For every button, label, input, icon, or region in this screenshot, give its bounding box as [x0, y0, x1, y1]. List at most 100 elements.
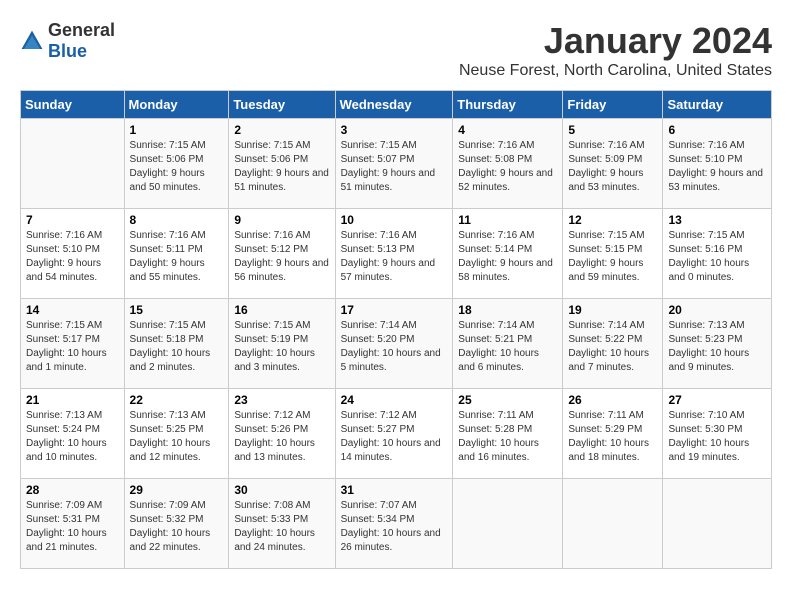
- day-info: Sunrise: 7:16 AM Sunset: 5:09 PM Dayligh…: [568, 139, 657, 195]
- title-section: January 2024 Neuse Forest, North Carolin…: [459, 20, 772, 80]
- day-info: Sunrise: 7:14 AM Sunset: 5:20 PM Dayligh…: [341, 319, 448, 375]
- day-info: Sunrise: 7:15 AM Sunset: 5:19 PM Dayligh…: [234, 319, 329, 375]
- logo-general: General: [48, 20, 115, 40]
- cell-w4-d1: 21 Sunrise: 7:13 AM Sunset: 5:24 PM Dayl…: [21, 389, 125, 479]
- week-row-1: 1 Sunrise: 7:15 AM Sunset: 5:06 PM Dayli…: [21, 119, 772, 209]
- day-info: Sunrise: 7:11 AM Sunset: 5:29 PM Dayligh…: [568, 409, 657, 465]
- day-info: Sunrise: 7:15 AM Sunset: 5:07 PM Dayligh…: [341, 139, 448, 195]
- cell-w3-d3: 16 Sunrise: 7:15 AM Sunset: 5:19 PM Dayl…: [229, 299, 335, 389]
- calendar-table: Sunday Monday Tuesday Wednesday Thursday…: [20, 90, 772, 569]
- day-info: Sunrise: 7:16 AM Sunset: 5:14 PM Dayligh…: [458, 229, 557, 285]
- day-info: Sunrise: 7:16 AM Sunset: 5:11 PM Dayligh…: [130, 229, 224, 285]
- day-number: 13: [668, 213, 766, 227]
- day-info: Sunrise: 7:13 AM Sunset: 5:23 PM Dayligh…: [668, 319, 766, 375]
- day-info: Sunrise: 7:09 AM Sunset: 5:31 PM Dayligh…: [26, 499, 119, 555]
- col-sunday: Sunday: [21, 91, 125, 119]
- day-info: Sunrise: 7:16 AM Sunset: 5:10 PM Dayligh…: [26, 229, 119, 285]
- cell-w2-d3: 9 Sunrise: 7:16 AM Sunset: 5:12 PM Dayli…: [229, 209, 335, 299]
- day-number: 7: [26, 213, 119, 227]
- logo-blue: Blue: [48, 41, 87, 61]
- day-info: Sunrise: 7:13 AM Sunset: 5:25 PM Dayligh…: [130, 409, 224, 465]
- day-info: Sunrise: 7:11 AM Sunset: 5:28 PM Dayligh…: [458, 409, 557, 465]
- cell-w2-d4: 10 Sunrise: 7:16 AM Sunset: 5:13 PM Dayl…: [335, 209, 453, 299]
- cell-w5-d6: [563, 479, 663, 569]
- day-number: 6: [668, 123, 766, 137]
- col-wednesday: Wednesday: [335, 91, 453, 119]
- day-number: 20: [668, 303, 766, 317]
- cell-w1-d3: 2 Sunrise: 7:15 AM Sunset: 5:06 PM Dayli…: [229, 119, 335, 209]
- col-saturday: Saturday: [663, 91, 772, 119]
- day-info: Sunrise: 7:09 AM Sunset: 5:32 PM Dayligh…: [130, 499, 224, 555]
- day-number: 8: [130, 213, 224, 227]
- day-number: 29: [130, 483, 224, 497]
- day-number: 15: [130, 303, 224, 317]
- day-number: 17: [341, 303, 448, 317]
- day-info: Sunrise: 7:15 AM Sunset: 5:06 PM Dayligh…: [130, 139, 224, 195]
- day-number: 9: [234, 213, 329, 227]
- day-info: Sunrise: 7:16 AM Sunset: 5:10 PM Dayligh…: [668, 139, 766, 195]
- day-info: Sunrise: 7:15 AM Sunset: 5:16 PM Dayligh…: [668, 229, 766, 285]
- cell-w1-d1: [21, 119, 125, 209]
- day-number: 24: [341, 393, 448, 407]
- header-row: Sunday Monday Tuesday Wednesday Thursday…: [21, 91, 772, 119]
- week-row-2: 7 Sunrise: 7:16 AM Sunset: 5:10 PM Dayli…: [21, 209, 772, 299]
- logo-text: General Blue: [48, 20, 115, 62]
- cell-w5-d2: 29 Sunrise: 7:09 AM Sunset: 5:32 PM Dayl…: [124, 479, 229, 569]
- day-number: 31: [341, 483, 448, 497]
- day-info: Sunrise: 7:16 AM Sunset: 5:08 PM Dayligh…: [458, 139, 557, 195]
- day-number: 4: [458, 123, 557, 137]
- cell-w2-d7: 13 Sunrise: 7:15 AM Sunset: 5:16 PM Dayl…: [663, 209, 772, 299]
- day-info: Sunrise: 7:12 AM Sunset: 5:26 PM Dayligh…: [234, 409, 329, 465]
- day-number: 5: [568, 123, 657, 137]
- cell-w3-d4: 17 Sunrise: 7:14 AM Sunset: 5:20 PM Dayl…: [335, 299, 453, 389]
- week-row-3: 14 Sunrise: 7:15 AM Sunset: 5:17 PM Dayl…: [21, 299, 772, 389]
- day-info: Sunrise: 7:13 AM Sunset: 5:24 PM Dayligh…: [26, 409, 119, 465]
- day-info: Sunrise: 7:14 AM Sunset: 5:22 PM Dayligh…: [568, 319, 657, 375]
- cell-w3-d2: 15 Sunrise: 7:15 AM Sunset: 5:18 PM Dayl…: [124, 299, 229, 389]
- day-number: 18: [458, 303, 557, 317]
- cell-w1-d4: 3 Sunrise: 7:15 AM Sunset: 5:07 PM Dayli…: [335, 119, 453, 209]
- cell-w1-d5: 4 Sunrise: 7:16 AM Sunset: 5:08 PM Dayli…: [453, 119, 563, 209]
- main-title: January 2024: [459, 20, 772, 62]
- col-tuesday: Tuesday: [229, 91, 335, 119]
- day-info: Sunrise: 7:15 AM Sunset: 5:18 PM Dayligh…: [130, 319, 224, 375]
- day-info: Sunrise: 7:07 AM Sunset: 5:34 PM Dayligh…: [341, 499, 448, 555]
- cell-w3-d7: 20 Sunrise: 7:13 AM Sunset: 5:23 PM Dayl…: [663, 299, 772, 389]
- week-row-5: 28 Sunrise: 7:09 AM Sunset: 5:31 PM Dayl…: [21, 479, 772, 569]
- col-friday: Friday: [563, 91, 663, 119]
- day-number: 26: [568, 393, 657, 407]
- cell-w5-d5: [453, 479, 563, 569]
- day-number: 10: [341, 213, 448, 227]
- cell-w4-d6: 26 Sunrise: 7:11 AM Sunset: 5:29 PM Dayl…: [563, 389, 663, 479]
- day-number: 27: [668, 393, 766, 407]
- subtitle: Neuse Forest, North Carolina, United Sta…: [459, 62, 772, 80]
- cell-w1-d2: 1 Sunrise: 7:15 AM Sunset: 5:06 PM Dayli…: [124, 119, 229, 209]
- day-number: 22: [130, 393, 224, 407]
- day-number: 3: [341, 123, 448, 137]
- cell-w5-d7: [663, 479, 772, 569]
- cell-w5-d4: 31 Sunrise: 7:07 AM Sunset: 5:34 PM Dayl…: [335, 479, 453, 569]
- day-info: Sunrise: 7:12 AM Sunset: 5:27 PM Dayligh…: [341, 409, 448, 465]
- col-monday: Monday: [124, 91, 229, 119]
- day-info: Sunrise: 7:16 AM Sunset: 5:12 PM Dayligh…: [234, 229, 329, 285]
- day-number: 14: [26, 303, 119, 317]
- day-info: Sunrise: 7:08 AM Sunset: 5:33 PM Dayligh…: [234, 499, 329, 555]
- cell-w4-d3: 23 Sunrise: 7:12 AM Sunset: 5:26 PM Dayl…: [229, 389, 335, 479]
- day-number: 25: [458, 393, 557, 407]
- day-number: 28: [26, 483, 119, 497]
- cell-w1-d7: 6 Sunrise: 7:16 AM Sunset: 5:10 PM Dayli…: [663, 119, 772, 209]
- logo-icon: [20, 29, 44, 53]
- header: General Blue January 2024 Neuse Forest, …: [20, 20, 772, 80]
- cell-w2-d2: 8 Sunrise: 7:16 AM Sunset: 5:11 PM Dayli…: [124, 209, 229, 299]
- day-number: 19: [568, 303, 657, 317]
- day-info: Sunrise: 7:15 AM Sunset: 5:15 PM Dayligh…: [568, 229, 657, 285]
- day-number: 21: [26, 393, 119, 407]
- cell-w2-d5: 11 Sunrise: 7:16 AM Sunset: 5:14 PM Dayl…: [453, 209, 563, 299]
- day-number: 1: [130, 123, 224, 137]
- cell-w4-d2: 22 Sunrise: 7:13 AM Sunset: 5:25 PM Dayl…: [124, 389, 229, 479]
- cell-w1-d6: 5 Sunrise: 7:16 AM Sunset: 5:09 PM Dayli…: [563, 119, 663, 209]
- day-number: 30: [234, 483, 329, 497]
- day-number: 2: [234, 123, 329, 137]
- day-number: 11: [458, 213, 557, 227]
- cell-w3-d1: 14 Sunrise: 7:15 AM Sunset: 5:17 PM Dayl…: [21, 299, 125, 389]
